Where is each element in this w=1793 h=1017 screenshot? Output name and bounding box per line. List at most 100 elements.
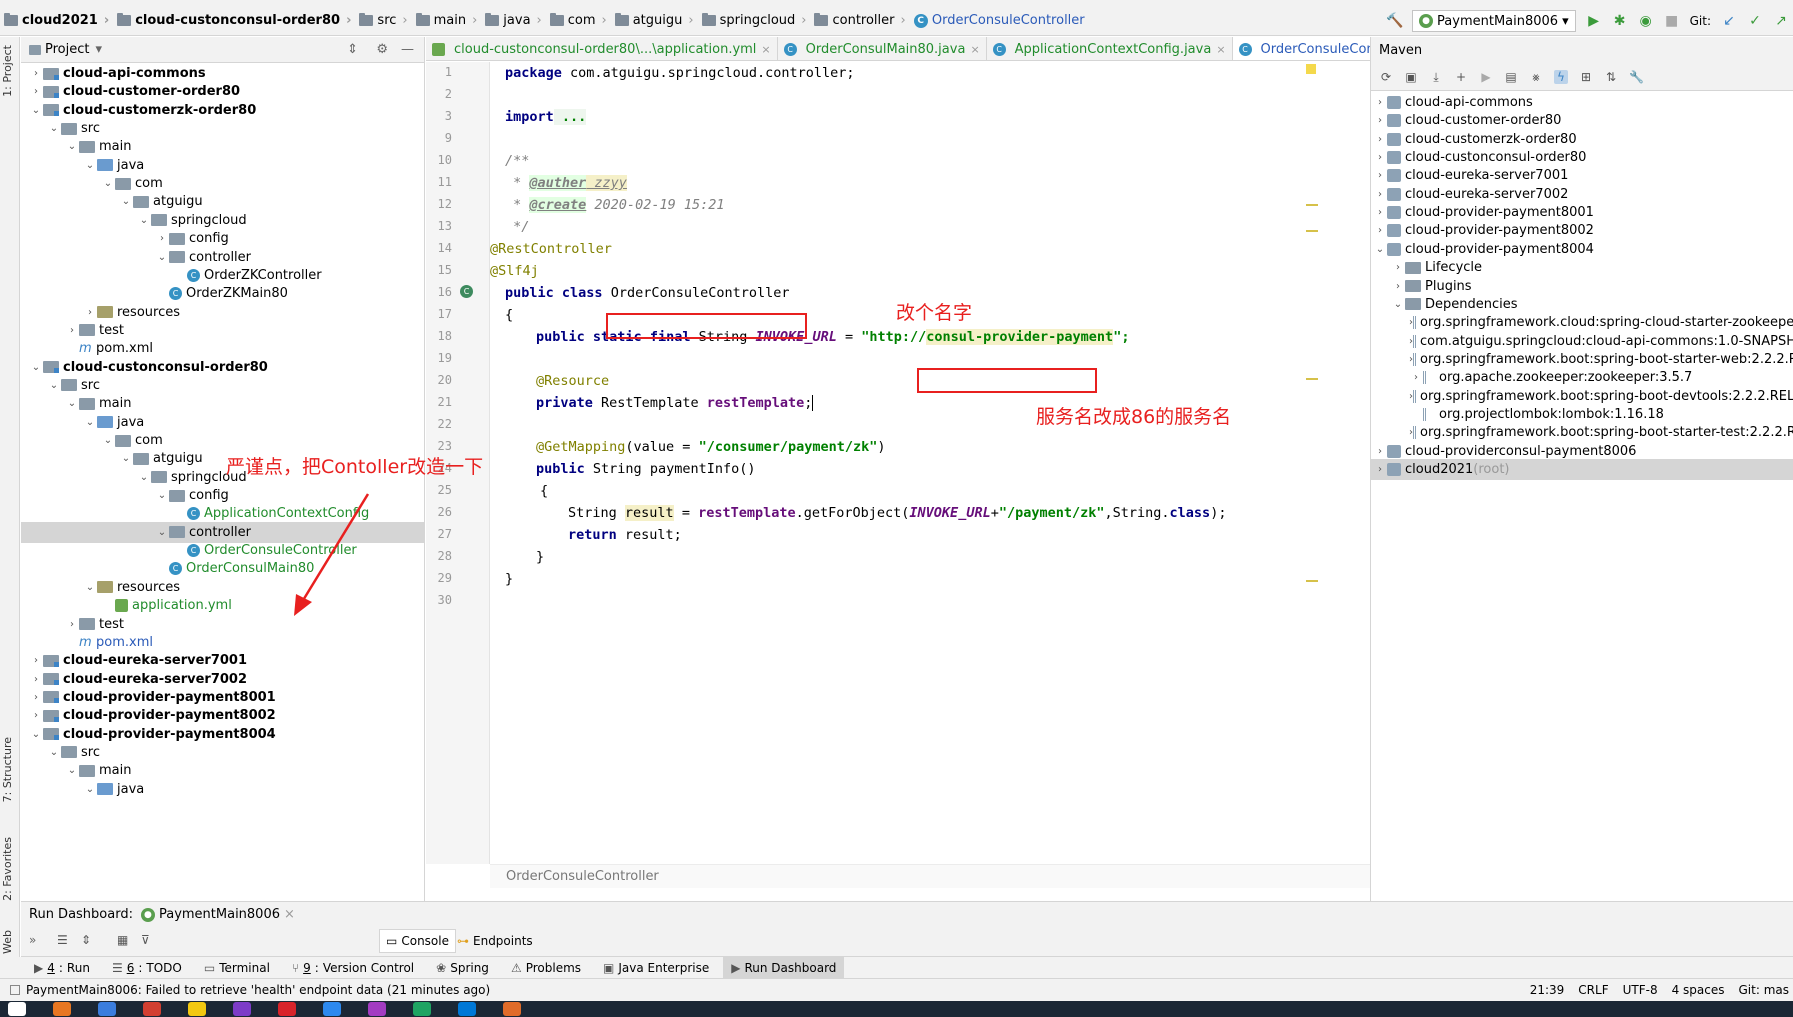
line-number[interactable]: 16 bbox=[426, 285, 452, 299]
tree-toggle-icon[interactable]: ⌄ bbox=[101, 178, 115, 189]
warning-marker[interactable] bbox=[1306, 580, 1318, 582]
line-number[interactable]: 30 bbox=[426, 593, 452, 607]
line-number[interactable]: 28 bbox=[426, 549, 452, 563]
line-number[interactable]: 29 bbox=[426, 571, 452, 585]
tree-toggle-icon[interactable]: ⌄ bbox=[47, 123, 61, 134]
tree-toggle-icon[interactable]: ⌄ bbox=[119, 196, 133, 207]
collapse-all-icon[interactable]: ⇕ bbox=[81, 933, 91, 947]
git-update-icon[interactable]: ↙ bbox=[1721, 13, 1737, 29]
collapse-all-icon[interactable]: ⇕ bbox=[347, 42, 358, 57]
tree-toggle-icon[interactable]: › bbox=[29, 86, 43, 97]
collapse-icon[interactable]: ⇅ bbox=[1604, 70, 1618, 84]
expand-all-icon[interactable]: ☰ bbox=[57, 933, 68, 947]
git-push-icon[interactable]: ↗ bbox=[1773, 13, 1789, 29]
project-panel-title[interactable]: Project bbox=[45, 42, 89, 57]
tree-toggle-icon[interactable]: › bbox=[1373, 207, 1387, 218]
reload-icon[interactable]: ⟳ bbox=[1379, 70, 1393, 84]
warning-marker[interactable] bbox=[1306, 378, 1318, 380]
editor-tab[interactable]: C OrderConsulMain80.java × bbox=[778, 37, 987, 60]
close-icon[interactable]: × bbox=[970, 43, 979, 56]
line-number[interactable]: 23 bbox=[426, 439, 452, 453]
taskbar-app-icon[interactable] bbox=[503, 1002, 521, 1016]
tree-toggle-icon[interactable]: ⌄ bbox=[155, 252, 169, 263]
tree-toggle-icon[interactable]: › bbox=[1373, 115, 1387, 126]
tool-window-tab[interactable]: ▶ Run Dashboard bbox=[723, 956, 845, 979]
tree-toggle-icon[interactable]: ⌄ bbox=[65, 398, 79, 409]
coverage-icon[interactable]: ◉ bbox=[1638, 13, 1654, 29]
crumb-atguigu[interactable]: atguigu › bbox=[611, 6, 698, 36]
tree-toggle-icon[interactable]: ⌄ bbox=[137, 215, 151, 226]
line-number[interactable]: 3 bbox=[426, 109, 452, 123]
warning-marker[interactable] bbox=[1306, 204, 1318, 206]
tree-toggle-icon[interactable]: ⌄ bbox=[1391, 299, 1405, 310]
warning-marker[interactable] bbox=[1306, 230, 1318, 232]
status-square-icon[interactable] bbox=[10, 985, 20, 995]
crumb-springcloud[interactable]: springcloud › bbox=[698, 6, 811, 36]
tree-item[interactable]: ⌄ java bbox=[21, 779, 424, 800]
line-number[interactable]: 22 bbox=[426, 417, 452, 431]
tool-window-tab[interactable]: ▣ Java Enterprise bbox=[595, 957, 717, 979]
tool-window-tab[interactable]: ▶ 4: Run bbox=[26, 957, 98, 979]
line-number[interactable]: 11 bbox=[426, 175, 452, 189]
taskbar-app-icon[interactable] bbox=[143, 1002, 161, 1016]
tree-toggle-icon[interactable]: › bbox=[1391, 281, 1405, 292]
lightning-icon[interactable]: ϟ bbox=[1554, 69, 1568, 84]
tree-toggle-icon[interactable]: ⌄ bbox=[1373, 244, 1387, 255]
tree-toggle-icon[interactable]: › bbox=[1373, 225, 1387, 236]
expand-icon[interactable]: » bbox=[29, 933, 36, 947]
line-number[interactable]: 18 bbox=[426, 329, 452, 343]
tree-toggle-icon[interactable]: ⌄ bbox=[137, 472, 151, 483]
crumb-controller[interactable]: controller › bbox=[810, 6, 909, 36]
stop-icon[interactable]: ■ bbox=[1664, 13, 1680, 29]
line-number[interactable]: 21 bbox=[426, 395, 452, 409]
crumb-java[interactable]: java › bbox=[481, 6, 545, 36]
generate-sources-icon[interactable]: ▣ bbox=[1404, 70, 1418, 84]
close-icon[interactable]: × bbox=[284, 907, 295, 922]
line-number[interactable]: 27 bbox=[426, 527, 452, 541]
line-separator[interactable]: CRLF bbox=[1578, 983, 1608, 997]
taskbar-app-icon[interactable] bbox=[53, 1002, 71, 1016]
build-icon[interactable]: 🔨 bbox=[1386, 13, 1403, 29]
tool-window-tab[interactable]: ❀ Spring bbox=[428, 957, 497, 979]
line-number[interactable]: 14 bbox=[426, 241, 452, 255]
taskbar-app-icon[interactable] bbox=[233, 1002, 251, 1016]
tree-toggle-icon[interactable]: › bbox=[29, 68, 43, 79]
git-commit-icon[interactable]: ✓ bbox=[1747, 13, 1763, 29]
close-icon[interactable]: × bbox=[761, 43, 770, 56]
line-number[interactable]: 9 bbox=[426, 131, 452, 145]
indent-setting[interactable]: 4 spaces bbox=[1672, 983, 1725, 997]
line-number[interactable]: 1 bbox=[426, 65, 452, 79]
inspection-status-icon[interactable] bbox=[1306, 64, 1316, 74]
web-tool-tab[interactable]: Web bbox=[1, 930, 14, 954]
tree-toggle-icon[interactable]: › bbox=[1373, 97, 1387, 108]
taskbar-app-icon[interactable] bbox=[458, 1002, 476, 1016]
tree-toggle-icon[interactable]: ⌄ bbox=[155, 490, 169, 501]
group-icon[interactable]: ▦ bbox=[117, 933, 128, 947]
code-editor[interactable]: package com.atguigu.springcloud.controll… bbox=[490, 62, 1370, 864]
tree-toggle-icon[interactable]: › bbox=[65, 325, 79, 336]
run-config-select[interactable]: ● PaymentMain8006 ▾ bbox=[1412, 10, 1576, 32]
line-number[interactable]: 20 bbox=[426, 373, 452, 387]
line-number[interactable]: 17 bbox=[426, 307, 452, 321]
crumb-project[interactable]: cloud2021 › bbox=[0, 6, 113, 36]
editor-tab[interactable]: C ApplicationContextConfig.java × bbox=[987, 37, 1233, 60]
gear-icon[interactable]: ⚙ bbox=[376, 42, 388, 57]
editor-tab[interactable]: cloud-custonconsul-order80\...\applicati… bbox=[426, 37, 778, 60]
taskbar-app-icon[interactable] bbox=[278, 1002, 296, 1016]
run-dashboard-tab[interactable]: ● PaymentMain8006 × bbox=[140, 907, 295, 922]
tool-window-tab[interactable]: ▭ Terminal bbox=[196, 957, 278, 979]
line-number[interactable]: 25 bbox=[426, 483, 452, 497]
tree-toggle-icon[interactable]: › bbox=[1373, 170, 1387, 181]
tree-toggle-icon[interactable]: › bbox=[1409, 372, 1423, 383]
line-number[interactable]: 19 bbox=[426, 351, 452, 365]
tree-toggle-icon[interactable]: › bbox=[83, 307, 97, 318]
download-icon[interactable]: ⤓ bbox=[1429, 70, 1443, 84]
tree-toggle-icon[interactable]: › bbox=[29, 655, 43, 666]
tree-toggle-icon[interactable]: ⌄ bbox=[29, 105, 43, 116]
taskbar-app-icon[interactable] bbox=[98, 1002, 116, 1016]
editor-tab[interactable]: COrderConsuleController.java× bbox=[1232, 37, 1370, 60]
structure-tool-tab[interactable]: 7: Structure bbox=[1, 737, 14, 802]
tree-toggle-icon[interactable]: ⌄ bbox=[83, 417, 97, 428]
git-branch[interactable]: Git: mas bbox=[1739, 983, 1790, 997]
filter-icon[interactable]: ⊽ bbox=[141, 933, 150, 947]
